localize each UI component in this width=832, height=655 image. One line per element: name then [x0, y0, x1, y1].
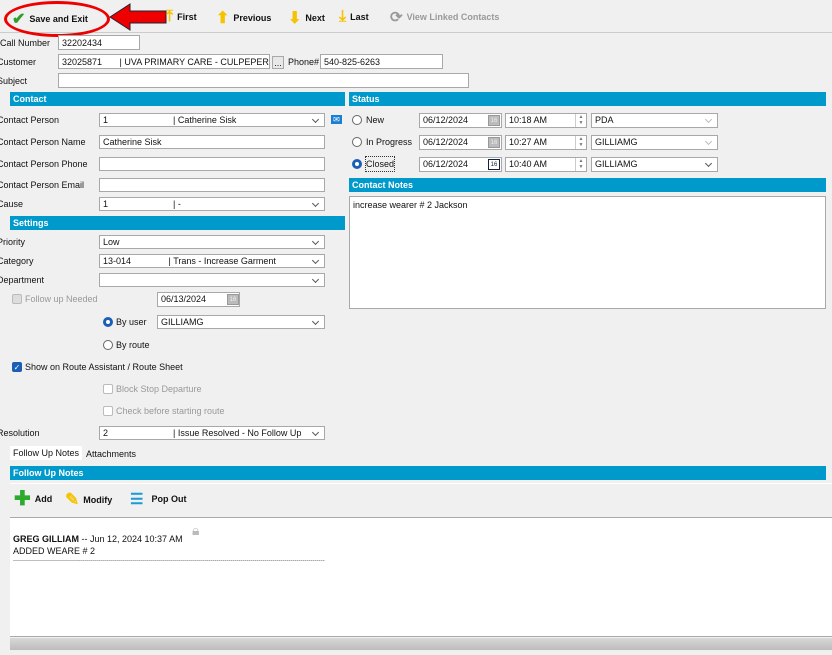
note-author: GREG GILLIAM — [13, 534, 79, 544]
department-select[interactable] — [99, 273, 325, 287]
call-number-label: Call Number — [0, 38, 51, 48]
note-header: GREG GILLIAM -- Jun 12, 2024 10:37 AM — [13, 534, 183, 544]
modify-button[interactable]: ✎ Modify — [65, 490, 112, 510]
contact-person-label: Contact Person — [0, 115, 60, 125]
priority-label: Priority — [0, 237, 26, 247]
note-text: ADDED WEARE # 2 — [13, 546, 96, 556]
time-spinner[interactable]: ▲ ▼ — [575, 136, 586, 149]
contact-email-input[interactable] — [99, 178, 325, 192]
block-stop-label: Block Stop Departure — [116, 384, 202, 394]
grid-header-bar — [10, 638, 832, 650]
arrow-up-icon: ⬆ — [216, 10, 230, 27]
tab-attachments[interactable]: Attachments — [86, 447, 136, 461]
previous-button[interactable]: ⬆ Previous — [216, 8, 271, 28]
follow-up-needed-checkbox[interactable] — [12, 294, 22, 304]
priority-select[interactable]: Low — [99, 235, 325, 249]
time-spinner[interactable]: ▲ ▼ — [575, 158, 586, 171]
resolution-select[interactable]: 2 | Issue Resolved - No Follow Up — [99, 426, 325, 440]
view-linked-contacts-button[interactable]: ⟳ View Linked Contacts — [390, 8, 499, 26]
status-label: Closed — [364, 156, 396, 172]
lock-icon: 🔒︎ — [192, 522, 200, 538]
show-on-route-checkbox[interactable]: ✓ — [12, 362, 22, 372]
email-icon[interactable]: ✉ — [331, 115, 342, 124]
contact-name-input[interactable]: Catherine Sisk — [99, 135, 325, 149]
follow-up-notes-header: Follow Up Notes — [10, 466, 826, 480]
contact-email-label: Contact Person Email — [0, 180, 85, 190]
by-user-label: By user — [116, 317, 147, 327]
contact-section-header: Contact — [10, 92, 345, 106]
contact-notes-textarea[interactable]: increase wearer # 2 Jackson — [349, 196, 826, 309]
note-date: -- Jun 12, 2024 10:37 AM — [79, 534, 183, 544]
status-user-select[interactable]: PDA — [591, 113, 718, 128]
time-spinner[interactable]: ▲ ▼ — [575, 114, 586, 127]
plus-icon: ✚ — [14, 488, 31, 510]
red-arrow-annotation — [109, 3, 167, 31]
status-label: In Progress — [366, 137, 413, 147]
category-select[interactable]: 13-014 | Trans - Increase Garment — [99, 254, 325, 268]
contact-phone-label: Contact Person Phone — [0, 159, 88, 169]
subject-input[interactable] — [58, 73, 469, 88]
contact-name-label: Contact Person Name — [0, 137, 86, 147]
status-label: New — [366, 115, 385, 125]
calendar-icon[interactable]: 16 — [227, 294, 239, 305]
block-stop-checkbox[interactable] — [103, 384, 113, 394]
cause-label: Cause — [0, 199, 24, 209]
check-before-route-checkbox[interactable] — [103, 406, 113, 416]
status-user-select[interactable]: GILLIAMG — [591, 135, 718, 150]
customer-browse-button[interactable]: ... — [272, 56, 284, 69]
by-route-label: By route — [116, 340, 150, 350]
pencil-icon: ✎ — [65, 490, 80, 509]
customer-label: Customer — [0, 57, 37, 67]
phone-label: Phone# — [288, 57, 320, 67]
category-label: Category — [0, 256, 34, 266]
by-route-radio[interactable] — [103, 340, 113, 350]
by-user-radio[interactable] — [103, 317, 113, 327]
calendar-icon[interactable]: 16 — [488, 159, 500, 170]
check-before-route-label: Check before starting route — [116, 406, 225, 416]
arrow-down-icon: ⬇ — [288, 10, 302, 27]
arrow-last-icon: ⤓ — [339, 8, 347, 25]
add-button[interactable]: ✚ Add — [14, 488, 52, 510]
contact-phone-input[interactable] — [99, 157, 325, 171]
calendar-icon[interactable]: 16 — [488, 137, 500, 148]
last-button[interactable]: ⤓ Last — [339, 8, 369, 26]
show-on-route-label: Show on Route Assistant / Route Sheet — [25, 362, 183, 372]
status-section-header: Status — [349, 92, 826, 106]
contact-person-select[interactable]: 1 | Catherine Sisk — [99, 113, 325, 127]
tab-follow-up-notes[interactable]: Follow Up Notes — [10, 446, 83, 460]
follow-up-needed-label: Follow up Needed — [25, 294, 98, 304]
customer-input[interactable]: 32025871 | UVA PRIMARY CARE - CULPEPER — [58, 54, 270, 69]
by-user-select[interactable]: GILLIAMG — [157, 315, 325, 329]
status-radio-2[interactable] — [352, 159, 362, 169]
contact-notes-header: Contact Notes — [349, 178, 826, 192]
next-button[interactable]: ⬇ Next — [288, 8, 325, 28]
highlight-circle — [4, 1, 110, 37]
note-separator: ----------------------------------------… — [13, 558, 325, 564]
calendar-icon[interactable]: 16 — [488, 115, 500, 126]
status-user-select[interactable]: GILLIAMG — [591, 157, 718, 172]
arrow-first-icon: ⤒ — [166, 8, 174, 25]
department-label: Department — [0, 275, 45, 285]
call-number-input[interactable]: 32202434 — [58, 35, 140, 50]
pop-out-button[interactable]: ☰ Pop Out — [130, 490, 186, 508]
resolution-label: Resolution — [0, 428, 40, 438]
phone-input[interactable]: 540-825-6263 — [320, 54, 443, 69]
status-radio-1[interactable] — [352, 137, 362, 147]
subject-label: Subject — [0, 76, 28, 86]
document-icon: ☰ — [130, 491, 144, 508]
status-radio-0[interactable] — [352, 115, 362, 125]
first-button[interactable]: ⤒ First — [166, 8, 197, 26]
refresh-icon: ⟳ — [390, 9, 403, 26]
settings-section-header: Settings — [10, 216, 345, 230]
cause-select[interactable]: 1 | - — [99, 197, 325, 211]
